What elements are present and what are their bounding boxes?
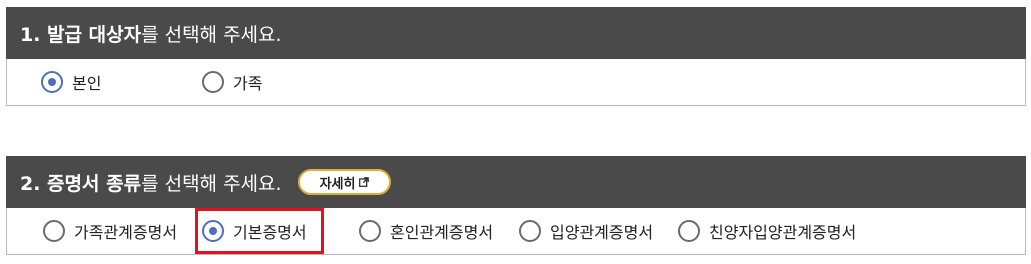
radio-option-marriage[interactable]: 혼인관계증명서 <box>359 208 493 254</box>
radio-unchecked-icon[interactable] <box>519 220 541 242</box>
target-title-strong: 1. 발급 대상자 <box>20 23 142 46</box>
detail-button-label: 자세히 <box>319 176 356 192</box>
target-title-rest: 를 선택해 주세요. <box>141 23 282 46</box>
certificate-title-rest: 를 선택해 주세요. <box>141 172 282 195</box>
radio-label: 가족관계증명서 <box>74 223 178 242</box>
radio-unchecked-icon[interactable] <box>202 71 224 93</box>
certificate-options: 가족관계증명서 기본증명서 혼인관계증명서 입양관계증명서 친양자입양관계증명서 <box>6 208 1026 255</box>
radio-unchecked-icon[interactable] <box>678 220 700 242</box>
radio-label: 입양관계증명서 <box>550 223 654 242</box>
certificate-title-strong: 2. 증명서 종류 <box>20 172 142 195</box>
radio-checked-icon[interactable] <box>41 71 63 93</box>
certificate-type-section: 2. 증명서 종류 를 선택해 주세요. 자세히 가족관계증명서 기본증명서 혼인… <box>6 156 1026 255</box>
radio-option-full-adoption[interactable]: 친양자입양관계증명서 <box>678 208 856 254</box>
radio-label: 본인 <box>72 74 102 93</box>
radio-unchecked-icon[interactable] <box>359 220 381 242</box>
target-section-header: 1. 발급 대상자 를 선택해 주세요. <box>6 7 1026 59</box>
radio-checked-icon[interactable] <box>202 220 224 242</box>
radio-label: 가족 <box>233 74 263 93</box>
radio-label: 혼인관계증명서 <box>390 223 494 242</box>
radio-option-family-relation[interactable]: 가족관계증명서 <box>43 208 177 254</box>
target-options: 본인 가족 <box>6 59 1026 106</box>
radio-unchecked-icon[interactable] <box>43 220 65 242</box>
certificate-section-header: 2. 증명서 종류 를 선택해 주세요. 자세히 <box>6 156 1026 208</box>
radio-label: 기본증명서 <box>233 223 307 242</box>
radio-option-adoption[interactable]: 입양관계증명서 <box>519 208 653 254</box>
radio-option-basic[interactable]: 기본증명서 <box>202 208 307 254</box>
target-section: 1. 발급 대상자 를 선택해 주세요. 본인 가족 <box>6 7 1026 106</box>
external-link-icon <box>359 177 370 187</box>
detail-button[interactable]: 자세히 <box>297 169 392 195</box>
radio-option-self[interactable]: 본인 <box>41 59 101 105</box>
radio-option-family[interactable]: 가족 <box>202 59 262 105</box>
radio-label: 친양자입양관계증명서 <box>709 223 857 242</box>
